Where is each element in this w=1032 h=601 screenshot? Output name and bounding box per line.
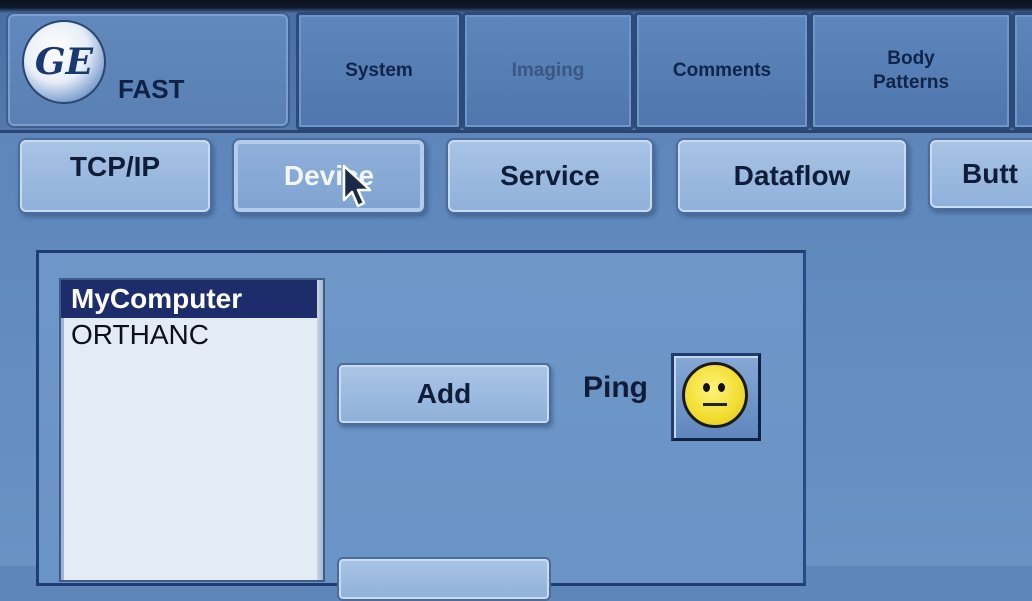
logo-text: GE (34, 41, 94, 83)
subtab-service[interactable]: Service (446, 138, 654, 214)
list-scrollbar[interactable] (317, 280, 323, 580)
add-button-label: Add (416, 378, 472, 409)
secondary-button-partial[interactable] (337, 557, 551, 601)
tab-comments[interactable]: Comments (634, 12, 810, 130)
mouse-pointer-icon (342, 164, 372, 208)
subtab-device[interactable]: Device (232, 138, 426, 214)
device-list[interactable]: MyComputer ORTHANC (59, 278, 325, 582)
ping-label: Ping (583, 371, 648, 404)
neutral-face-icon (682, 362, 748, 428)
subtab-dataflow[interactable]: Dataflow (676, 138, 908, 214)
subtab-buttons-label: Butt (962, 158, 1018, 189)
tab-system[interactable]: System (296, 12, 462, 130)
subtab-tcpip[interactable]: TCP/IP (18, 138, 212, 214)
device-list-item-label: MyComputer (71, 283, 243, 314)
smiley-mouth (703, 403, 727, 406)
app-logo-area: GE FAST (6, 12, 290, 128)
tab-body-patterns[interactable]: Body Patterns (810, 12, 1012, 130)
tab-body-patterns-label: Body Patterns (872, 48, 950, 93)
tab-system-label: System (345, 60, 413, 81)
tab-comments-label: Comments (672, 60, 772, 81)
device-list-item[interactable]: ORTHANC (61, 316, 323, 354)
smiley-right-eye (718, 383, 725, 392)
device-list-item[interactable]: MyComputer (61, 280, 323, 318)
tab-next-partial[interactable] (1012, 12, 1032, 130)
ultrasound-config-screen: GE FAST System Imaging Comments Body Pat… (0, 0, 1032, 601)
subtab-buttons-partial[interactable]: Butt (928, 138, 1032, 210)
device-list-item-label: ORTHANC (71, 319, 209, 350)
subtab-dataflow-label: Dataflow (733, 160, 851, 191)
smiley-left-eye (703, 383, 710, 392)
subtab-tcpip-label: TCP/IP (69, 151, 161, 182)
add-button[interactable]: Add (337, 363, 551, 425)
ge-logo-icon: GE (22, 20, 106, 104)
device-panel: MyComputer ORTHANC Add Ping (36, 250, 806, 601)
subtab-service-label: Service (500, 160, 600, 191)
tab-imaging-label: Imaging (511, 60, 585, 81)
ping-button[interactable] (671, 353, 761, 441)
top-tab-bar: GE FAST System Imaging Comments Body Pat… (0, 0, 1032, 133)
tab-imaging[interactable]: Imaging (462, 12, 634, 130)
product-name: FAST (118, 74, 185, 104)
